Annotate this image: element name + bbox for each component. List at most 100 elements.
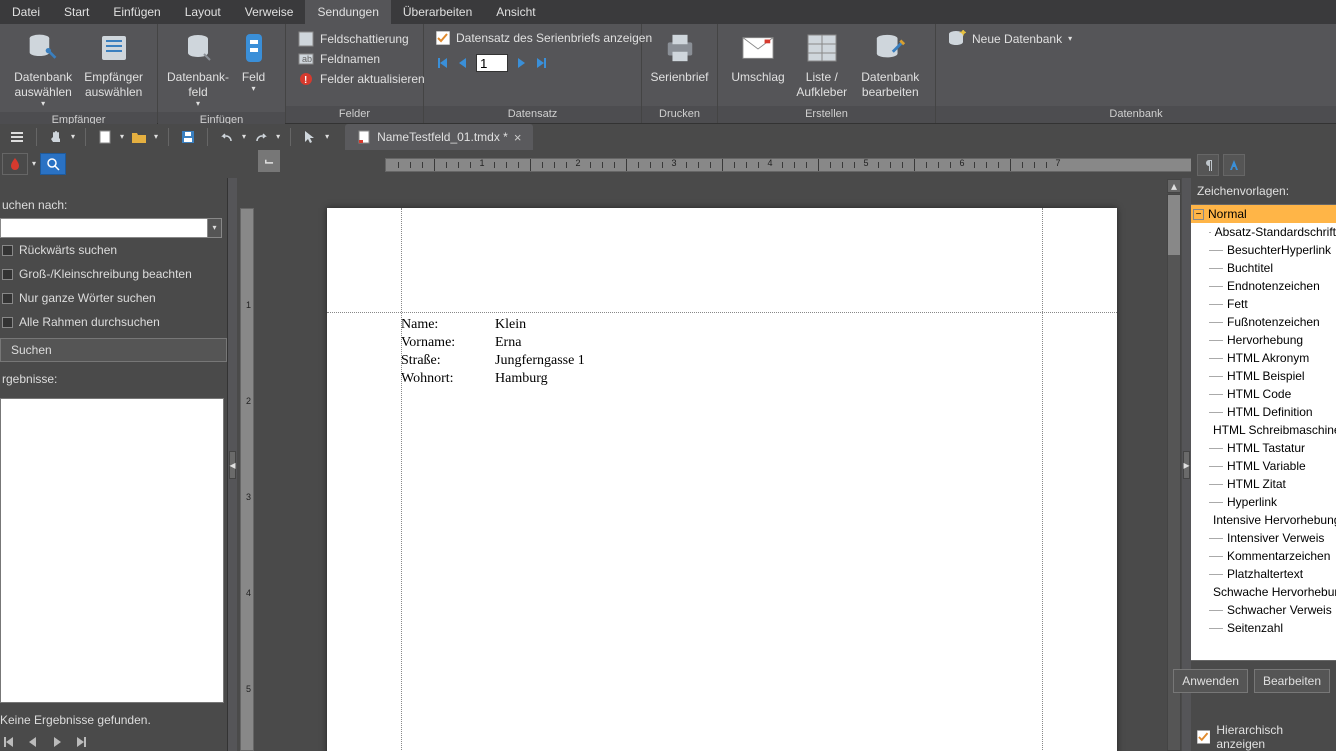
vertical-ruler[interactable]: 12345: [237, 178, 257, 751]
results-next-button[interactable]: [48, 733, 66, 751]
field-names-button[interactable]: ab Feldnamen: [294, 50, 384, 68]
checkbox-checked-icon[interactable]: [1197, 730, 1210, 744]
update-fields-button[interactable]: ! Felder aktualisieren: [294, 70, 429, 88]
menu-layout[interactable]: Layout: [173, 0, 233, 24]
search-input[interactable]: [0, 218, 208, 238]
style-node[interactable]: Hyperlink: [1191, 493, 1336, 511]
menu-ansicht[interactable]: Ansicht: [484, 0, 547, 24]
tree-toggle-icon[interactable]: −: [1193, 209, 1204, 220]
mail-merge-print-button[interactable]: Serienbrief: [648, 30, 712, 85]
right-splitter[interactable]: ▸: [1182, 178, 1191, 751]
style-node[interactable]: Seitenzahl: [1191, 619, 1336, 637]
opt-backwards[interactable]: Rückwärts suchen: [0, 238, 227, 262]
search-button[interactable]: Suchen: [0, 338, 227, 362]
style-node[interactable]: Platzhaltertext: [1191, 565, 1336, 583]
dropdown-caret-icon[interactable]: ▾: [242, 133, 246, 141]
qt-cursor-button[interactable]: [301, 128, 319, 146]
style-node[interactable]: HTML Tastatur: [1191, 439, 1336, 457]
style-node[interactable]: Schwacher Verweis: [1191, 601, 1336, 619]
style-node[interactable]: Absatz-Standardschrift: [1191, 223, 1336, 241]
ruler-zoom-button[interactable]: [40, 153, 66, 175]
style-node[interactable]: HTML Akronym: [1191, 349, 1336, 367]
left-splitter[interactable]: ◂: [228, 178, 237, 751]
styles-tree[interactable]: −NormalAbsatz-StandardschriftBesuchterHy…: [1191, 204, 1336, 661]
opt-all-frames[interactable]: Alle Rahmen durchsuchen: [0, 310, 227, 334]
dropdown-caret-icon[interactable]: ▾: [71, 133, 75, 141]
style-node[interactable]: Hervorhebung: [1191, 331, 1336, 349]
next-record-button[interactable]: [514, 56, 528, 70]
dropdown-caret-icon[interactable]: ▾: [276, 133, 280, 141]
list-labels-button[interactable]: Liste / Aufkleber: [790, 30, 854, 100]
style-node[interactable]: HTML Definition: [1191, 403, 1336, 421]
menu-datei[interactable]: Datei: [0, 0, 52, 24]
scroll-up-button[interactable]: ▴: [1167, 179, 1181, 193]
qt-hamburger-button[interactable]: [8, 128, 26, 146]
last-record-button[interactable]: [534, 56, 548, 70]
select-recipients-button[interactable]: Empfänger auswählen: [78, 30, 149, 100]
qt-undo-button[interactable]: [218, 128, 236, 146]
dropdown-caret-icon[interactable]: ▾: [154, 133, 158, 141]
search-history-dropdown[interactable]: ▾: [208, 218, 222, 238]
document-viewport[interactable]: Name:KleinVorname:ErnaStraße:Jungferngas…: [257, 178, 1166, 751]
database-field-button[interactable]: Datenbank-feld ▾: [166, 30, 230, 108]
apply-style-button[interactable]: Anwenden: [1173, 669, 1248, 693]
dropdown-caret-icon[interactable]: ▾: [325, 133, 329, 141]
edit-style-button[interactable]: Bearbeiten: [1254, 669, 1330, 693]
page: Name:KleinVorname:ErnaStraße:Jungferngas…: [327, 208, 1117, 751]
prev-record-button[interactable]: [456, 56, 470, 70]
menu-start[interactable]: Start: [52, 0, 101, 24]
styles-char-icon[interactable]: [1223, 154, 1245, 176]
select-database-button[interactable]: Datenbank auswählen ▾: [8, 30, 78, 108]
opt-case[interactable]: Groß-/Kleinschreibung beachten: [0, 262, 227, 286]
scroll-thumb[interactable]: [1168, 195, 1180, 255]
record-index-input[interactable]: [476, 54, 508, 72]
style-node[interactable]: Intensive Hervorhebung: [1191, 511, 1336, 529]
opt-whole-words[interactable]: Nur ganze Wörter suchen: [0, 286, 227, 310]
styles-para-icon[interactable]: [1197, 154, 1219, 176]
style-node[interactable]: Intensiver Verweis: [1191, 529, 1336, 547]
new-database-button[interactable]: ✦ Neue Datenbank ▾: [944, 30, 1076, 49]
dropdown-caret-icon[interactable]: ▾: [32, 160, 36, 168]
field-shading-button[interactable]: Feldschattierung: [294, 30, 413, 48]
qt-redo-button[interactable]: [252, 128, 270, 146]
show-record-toggle[interactable]: Datensatz des Serienbriefs anzeigen: [432, 30, 656, 46]
horizontal-ruler[interactable]: 1234567: [280, 150, 1336, 178]
qt-save-button[interactable]: [179, 128, 197, 146]
vertical-scrollbar[interactable]: ▴: [1166, 178, 1182, 751]
results-prev-button[interactable]: [24, 733, 42, 751]
style-node[interactable]: Kommentarzeichen: [1191, 547, 1336, 565]
dropdown-caret-icon[interactable]: ▾: [120, 133, 124, 141]
envelope-button[interactable]: Umschlag: [726, 30, 790, 85]
style-node[interactable]: BesuchterHyperlink: [1191, 241, 1336, 259]
style-node[interactable]: Schwache Hervorhebung: [1191, 583, 1336, 601]
style-node[interactable]: Buchtitel: [1191, 259, 1336, 277]
style-node[interactable]: Fußnotenzeichen: [1191, 313, 1336, 331]
style-node[interactable]: HTML Schreibmaschine: [1191, 421, 1336, 439]
ruler-droplet-button[interactable]: [2, 153, 28, 175]
menu-verweise[interactable]: Verweise: [233, 0, 306, 24]
style-node[interactable]: HTML Beispiel: [1191, 367, 1336, 385]
edit-database-button[interactable]: Datenbank bearbeiten: [854, 30, 927, 100]
style-node[interactable]: Fett: [1191, 295, 1336, 313]
first-record-button[interactable]: [436, 56, 450, 70]
results-list[interactable]: [0, 398, 224, 703]
style-node[interactable]: HTML Zitat: [1191, 475, 1336, 493]
ruler-corner[interactable]: ⌙: [258, 150, 280, 172]
qt-hand-button[interactable]: [47, 128, 65, 146]
menu-einfügen[interactable]: Einfügen: [101, 0, 172, 24]
menu-überarbeiten[interactable]: Überarbeiten: [391, 0, 484, 24]
style-node[interactable]: HTML Variable: [1191, 457, 1336, 475]
scroll-track[interactable]: [1167, 194, 1181, 751]
field-button[interactable]: Feld ▾: [230, 30, 277, 93]
style-node-root[interactable]: −Normal: [1191, 205, 1336, 223]
results-first-button[interactable]: [0, 733, 18, 751]
qt-open-button[interactable]: [130, 128, 148, 146]
dropdown-caret-icon: ▾: [196, 100, 200, 108]
menu-sendungen[interactable]: Sendungen: [305, 0, 390, 24]
style-node[interactable]: Endnotenzeichen: [1191, 277, 1336, 295]
qt-new-button[interactable]: [96, 128, 114, 146]
style-node[interactable]: HTML Code: [1191, 385, 1336, 403]
close-tab-icon[interactable]: ×: [514, 130, 522, 145]
results-last-button[interactable]: [72, 733, 90, 751]
document-tab[interactable]: NameTestfeld_01.tmdx * ×: [345, 124, 533, 150]
